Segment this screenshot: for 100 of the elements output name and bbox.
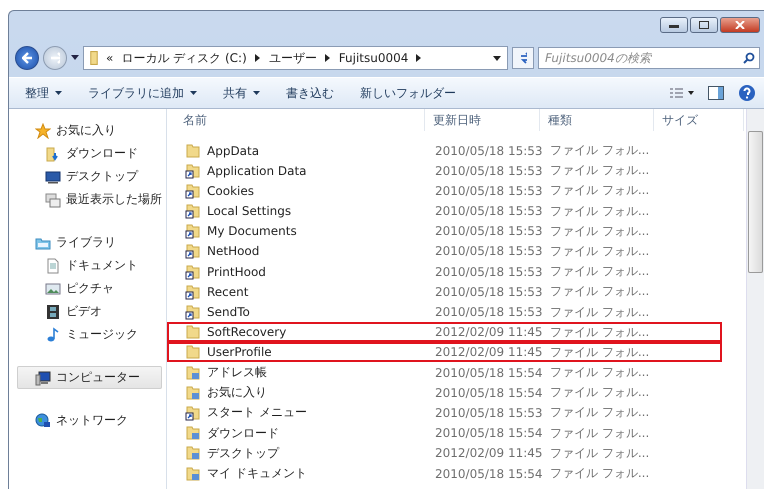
file-name: My Documents [207,224,297,238]
minimize-button[interactable] [660,17,688,33]
nav-item[interactable]: ビデオ [17,300,166,323]
scroll-thumb[interactable] [748,131,763,273]
toolbar-button[interactable]: 書き込む [286,82,334,104]
file-row[interactable]: マイ ドキュメント 2010/05/18 15:54 ファイル フォル... [167,463,722,484]
toolbar-button[interactable]: 共有 [223,82,260,104]
file-name: Recent [207,284,248,299]
file-type: ファイル フォル... [549,465,650,482]
nav-label: ビデオ [66,303,102,320]
nav-label: ダウンロード [66,145,138,162]
folder-shortcut-icon [185,203,201,220]
modified-date: 2012/02/09 11:45 [434,325,542,340]
nav-item[interactable]: ネットワーク [17,409,166,432]
nav-label: ネットワーク [56,412,128,429]
modified-date: 2010/05/18 15:53 [434,144,542,158]
breadcrumb[interactable]: « [106,51,114,65]
breadcrumb-arrow-icon[interactable] [254,54,261,62]
file-row[interactable]: AppData 2010/05/18 15:53 ファイル フォル... [167,140,722,160]
column-header[interactable]: 種類 [540,109,654,131]
file-name: NetHood [207,244,260,258]
nav-item[interactable]: デスクトップ [17,165,166,188]
file-row[interactable]: Recent 2010/05/18 15:53 ファイル フォル... [167,281,722,302]
nav-item[interactable]: 最近表示した場所 [17,188,166,211]
file-row[interactable]: お気に入り 2010/05/18 15:54 ファイル フォル... [167,382,722,402]
address-bar[interactable]: « ローカル ディスク (C:) ユーザー Fujitsu0004 [83,46,508,70]
file-name: Application Data [207,164,307,178]
nav-item[interactable]: お気に入り [17,119,166,142]
file-row[interactable]: Cookies 2010/05/18 15:53 ファイル フォル... [167,180,722,201]
nav-item[interactable]: ドキュメント [17,254,166,277]
file-type: ファイル フォル... [549,283,650,300]
folder-shortcut-icon [185,404,201,421]
back-button[interactable] [15,46,39,70]
column-header[interactable]: サイズ [654,109,744,131]
history-caret-icon[interactable] [71,55,79,61]
nav-item[interactable]: ミュージック [17,323,166,346]
file-type: ファイル フォル... [549,142,650,159]
breadcrumb-arrow-icon[interactable] [324,54,331,62]
search-field[interactable]: Fujitsu0004の検索 [538,47,760,69]
modified-date: 2010/05/18 15:53 [434,264,542,279]
file-name: お気に入り [207,384,267,402]
file-name: Cookies [207,184,254,198]
nav-item[interactable]: ピクチャ [17,277,166,300]
file-type: ファイル フォル... [549,222,650,240]
nav-item[interactable]: ダウンロード [17,142,166,165]
file-name: マイ ドキュメント [207,465,307,482]
refresh-button[interactable] [512,47,534,69]
preview-pane-icon[interactable] [708,86,724,100]
modified-date: 2010/05/18 15:53 [434,244,542,258]
highlighted-row[interactable]: UserProfile 2012/02/09 11:45 ファイル フォル... [167,342,722,362]
file-row[interactable]: ダウンロード 2010/05/18 15:54 ファイル フォル... [167,422,722,443]
modified-date: 2010/05/18 15:53 [434,305,542,319]
file-name: デスクトップ [207,444,279,462]
search-icon[interactable] [743,52,755,64]
file-row[interactable]: NetHood 2010/05/18 15:53 ファイル フォル... [167,240,722,262]
breadcrumb-arrow-icon[interactable] [416,54,422,62]
file-type: ファイル フォル... [549,344,650,361]
close-button[interactable] [720,17,760,33]
file-name: SendTo [207,305,250,319]
file-row[interactable]: Local Settings 2010/05/18 15:53 ファイル フォル... [167,200,722,221]
modified-date: 2010/05/18 15:53 [434,284,542,299]
folder-shortcut-icon [185,284,201,300]
file-type: ファイル フォル... [549,424,650,442]
modified-date: 2010/05/18 15:53 [434,406,542,420]
maximize-button[interactable] [690,17,718,33]
file-row[interactable]: Application Data 2010/05/18 15:53 ファイル フォル... [167,160,722,180]
file-row[interactable]: スタート メニュー 2010/05/18 15:53 ファイル フォル... [167,402,722,423]
view-options-icon[interactable] [670,88,694,98]
modified-date: 2010/05/18 15:53 [434,164,542,178]
file-row[interactable]: デスクトップ 2012/02/09 11:45 ファイル フォル... [167,442,722,463]
nav-label: ライブラリ [56,234,116,251]
file-type: ファイル フォル... [549,444,650,462]
dropdown-caret-icon[interactable] [493,56,501,60]
folder-icon [185,142,201,158]
forward-arrow-icon [50,52,60,64]
refresh-icon [519,52,527,64]
maximize-icon [699,21,709,29]
help-icon[interactable] [738,84,756,102]
recent-places-icon [45,192,61,208]
toolbar-button[interactable]: 新しいフォルダー [360,82,456,104]
folder-shortcut-icon [185,223,201,240]
toolbar-button[interactable]: ライブラリに追加 [88,82,197,104]
nav-item[interactable]: コンピューター [17,366,162,389]
nav-label: 最近表示した場所 [66,191,162,208]
breadcrumb[interactable]: ユーザー [268,50,317,66]
file-row[interactable]: PrintHood 2010/05/18 15:53 ファイル フォル... [167,261,722,282]
scrollbar[interactable] [746,109,764,489]
toolbar-button[interactable]: 整理 [25,82,62,104]
file-row[interactable]: アドレス帳 2010/05/18 15:54 ファイル フォル... [167,362,722,382]
highlighted-row[interactable]: SoftRecovery 2012/02/09 11:45 ファイル フォル... [167,322,722,342]
breadcrumb[interactable]: ローカル ディスク (C:) [121,50,247,66]
file-row[interactable]: My Documents 2010/05/18 15:53 ファイル フォル... [167,220,722,241]
modified-date: 2010/05/18 15:53 [434,184,542,198]
back-arrow-icon [22,52,32,64]
nav-item[interactable]: ライブラリ [17,231,166,254]
column-header[interactable]: 名前 [175,109,425,131]
file-row[interactable]: SendTo 2010/05/18 15:53 ファイル フォル... [167,302,722,322]
column-header[interactable]: 更新日時 [425,109,540,131]
breadcrumb[interactable]: Fujitsu0004 [338,51,408,65]
file-type: ファイル フォル... [549,162,650,180]
